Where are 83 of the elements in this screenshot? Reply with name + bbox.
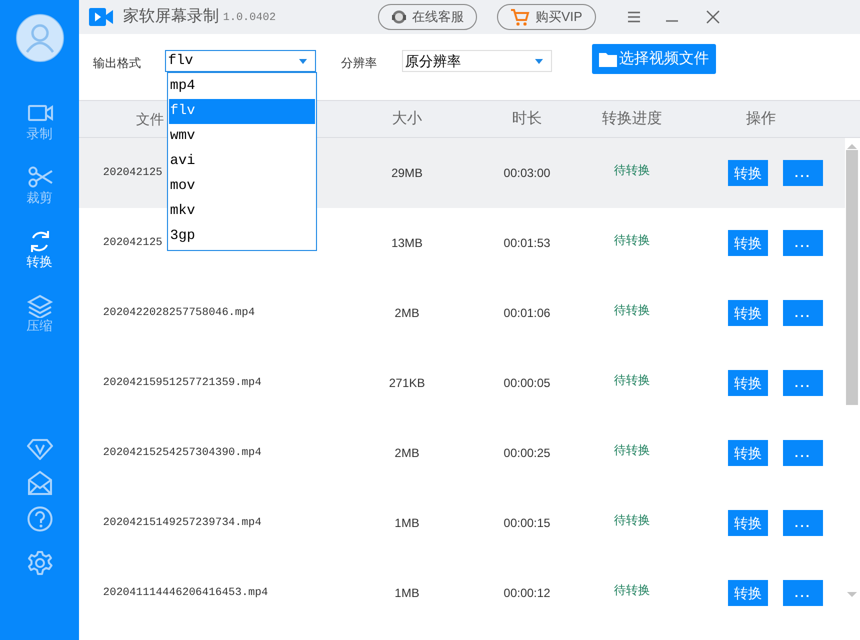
version-label: 1.0.0402: [223, 10, 276, 26]
more-button[interactable]: ...: [783, 300, 823, 326]
sidebar-item[interactable]: 压缩: [10, 294, 70, 334]
mail-icon: [26, 470, 52, 496]
dropdown-option[interactable]: mov: [169, 174, 315, 199]
convert-button[interactable]: 转换: [728, 510, 768, 536]
more-button[interactable]: ...: [783, 160, 823, 186]
sidebar-item[interactable]: 录制: [10, 102, 70, 142]
field-label: 输出格式: [93, 55, 141, 72]
convert-button[interactable]: 转换: [728, 370, 768, 396]
convert-button[interactable]: 转换: [728, 300, 768, 326]
more-button[interactable]: ...: [783, 580, 823, 606]
column-header: 时长: [512, 108, 542, 129]
minimize-icon: [666, 20, 678, 22]
file-name-cell-text: 20204215951257721359.mp4: [103, 376, 262, 391]
cart-icon: [510, 8, 530, 26]
more-button[interactable]: ...: [783, 230, 823, 256]
close-icon: [706, 10, 720, 24]
dropdown-option[interactable]: flv: [169, 99, 315, 124]
status-cell-text: 待转换: [613, 512, 651, 529]
resolution-select[interactable]: 原分辨率: [402, 50, 552, 72]
duration-cell-text: 00:03:00: [502, 165, 552, 182]
column-header: 转换进度: [602, 108, 662, 129]
more-button[interactable]: ...: [783, 440, 823, 466]
dropdown-option[interactable]: mp4: [169, 74, 315, 99]
more-button[interactable]: ...: [783, 370, 823, 396]
dropdown-option[interactable]: avi: [169, 149, 315, 174]
scissors-icon: [26, 166, 52, 190]
scrollbar-thumb[interactable]: [846, 150, 858, 405]
vip-diamond-icon: [26, 438, 52, 460]
file-name-cell-text: 2020422028257758046.mp4: [103, 306, 255, 321]
file-name-cell-text: 202042125: [103, 236, 162, 251]
sidebar-item[interactable]: 转换: [10, 230, 70, 270]
pill-button[interactable]: 购买VIP: [496, 4, 596, 30]
status-cell-text: 待转换: [613, 232, 651, 249]
status-cell-text: 待转换: [613, 302, 651, 319]
avatar-icon: [16, 14, 64, 62]
convert-button[interactable]: 转换: [728, 580, 768, 606]
duration-cell-text: 00:00:25: [502, 445, 552, 462]
folder-icon: [599, 52, 617, 66]
convert-button[interactable]: 转换: [728, 160, 768, 186]
pill-button[interactable]: 在线客服: [378, 4, 477, 30]
duration-cell-text: 00:01:53: [502, 235, 552, 252]
size-cell-text: 2MB: [394, 445, 420, 462]
dropdown-option[interactable]: 3gp: [169, 224, 315, 249]
size-cell-text: 2MB: [394, 305, 420, 322]
duration-cell-text: 00:00:05: [502, 375, 552, 392]
scroll-down-icon: [846, 591, 858, 599]
size-cell-text: 29MB: [390, 165, 424, 182]
dropdown-arrow-icon: [299, 58, 307, 64]
column-header: 大小: [392, 108, 422, 129]
help-icon: [26, 506, 52, 532]
size-cell-text: 1MB: [394, 585, 420, 602]
duration-cell-text: 00:00:15: [502, 515, 552, 532]
file-name-cell-text: 202042125: [103, 166, 162, 181]
status-cell-text: 待转换: [613, 372, 651, 389]
app-title: 家软屏幕录制: [123, 6, 219, 27]
size-cell-text: 271KB: [388, 375, 426, 392]
duration-cell-text: 00:00:12: [502, 585, 552, 602]
file-name-cell-text: 202041114446206416453.mp4: [103, 586, 268, 601]
file-name-cell-text: 20204215254257304390.mp4: [103, 446, 262, 461]
menu-icon: [626, 11, 641, 23]
column-header: 文件: [136, 110, 164, 128]
status-cell-text: 待转换: [613, 162, 651, 179]
duration-cell-text: 00:01:06: [502, 305, 552, 322]
field-label: 分辨率: [341, 55, 377, 72]
size-cell-text: 1MB: [394, 515, 420, 532]
choose-file-button[interactable]: 选择视频文件: [592, 44, 716, 74]
sidebar-item[interactable]: 裁剪: [10, 166, 70, 206]
file-name-cell-text: 20204215149257239734.mp4: [103, 516, 262, 531]
settings-icon: [26, 550, 52, 576]
format-select[interactable]: flv: [165, 50, 316, 72]
convert-button[interactable]: 转换: [728, 440, 768, 466]
layers-icon: [26, 294, 52, 318]
convert-button[interactable]: 转换: [728, 230, 768, 256]
video-camera-logo-icon: [89, 8, 113, 26]
column-header: 操作: [746, 108, 776, 129]
more-button[interactable]: ...: [783, 510, 823, 536]
status-cell-text: 待转换: [613, 442, 651, 459]
dropdown-arrow-icon: [535, 58, 543, 64]
status-cell-text: 待转换: [613, 582, 651, 599]
headset-icon: [390, 9, 407, 25]
size-cell-text: 13MB: [390, 235, 424, 252]
